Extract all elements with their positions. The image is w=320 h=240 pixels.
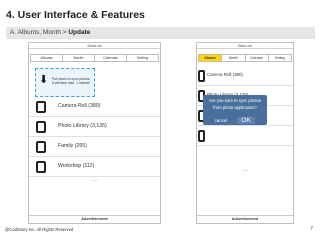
status-bar: Status bar: [29, 43, 160, 49]
album-label: Workshop (112): [58, 163, 95, 169]
album-list: Camera Roll (380) Photo Library (3,126) …: [29, 97, 160, 177]
album-thumbnail: [36, 141, 46, 153]
album-label: Photo Library (3,126): [58, 123, 107, 129]
advertisement-banner[interactable]: Advertisement: [29, 215, 160, 223]
pull-to-refresh-banner[interactable]: ⬇ Pull down to sync photos. It will take…: [35, 68, 95, 97]
phone-mockup-left: Status bar Albums Month Calendar Setting…: [28, 42, 161, 224]
tab-calendar[interactable]: Calendar: [94, 54, 127, 62]
breadcrumb-current: Update: [68, 29, 91, 36]
dialog-message: Are you sure to sync photos from photo a…: [209, 98, 261, 110]
album-thumbnail: [36, 101, 46, 113]
album-label: Family (265): [58, 143, 87, 149]
album-thumbnail: [36, 161, 46, 173]
album-thumbnail: [198, 130, 205, 142]
breadcrumb: A. Albums, Month > Update: [6, 27, 315, 39]
more-indicator: ....: [91, 177, 98, 183]
album-thumbnail: [198, 70, 205, 82]
list-item[interactable]: Workshop (112): [29, 157, 160, 177]
sync-confirm-dialog: Are you sure to sync photos from photo a…: [203, 95, 267, 125]
down-arrow-icon: ⬇: [39, 74, 49, 86]
page-number: 7: [310, 226, 313, 232]
list-item[interactable]: [197, 126, 293, 146]
tab-albums[interactable]: Albums: [30, 54, 63, 62]
advertisement-banner[interactable]: Advertisement: [197, 215, 293, 223]
tab-setting[interactable]: Setting: [126, 54, 159, 62]
more-indicator: ....: [242, 167, 248, 173]
album-thumbnail: [36, 121, 46, 133]
phone-mockup-right: Status bar Albums Month Calendar Setting…: [196, 42, 294, 224]
tab-month[interactable]: Month: [221, 54, 246, 62]
list-item[interactable]: Camera Roll (380): [29, 97, 160, 117]
cancel-button[interactable]: cancel: [213, 117, 229, 124]
copyright-notice: @CodiStory Inc. All Rights Reserved: [5, 227, 74, 232]
album-label: Camera Roll (380): [58, 103, 101, 109]
tab-month[interactable]: Month: [62, 54, 95, 62]
breadcrumb-prefix: A. Albums, Month >: [10, 29, 67, 36]
list-item[interactable]: Photo Library (3,126): [29, 117, 160, 137]
tab-setting[interactable]: Setting: [267, 54, 292, 62]
tab-bar: Albums Month Calendar Setting: [30, 54, 159, 62]
slide-title: 4. User Interface & Features: [6, 9, 145, 21]
status-bar: Status bar: [197, 43, 293, 49]
tab-calendar[interactable]: Calendar: [244, 54, 269, 62]
list-item[interactable]: Family (265): [29, 137, 160, 157]
album-label: Camera Roll (380): [207, 72, 243, 77]
ok-button[interactable]: OK: [237, 117, 255, 124]
tab-albums[interactable]: Albums: [198, 54, 223, 62]
pull-refresh-message: Pull down to sync photos. It will take m…: [52, 77, 91, 86]
list-item[interactable]: Camera Roll (380): [197, 66, 293, 86]
tab-bar: Albums Month Calendar Setting: [198, 54, 292, 62]
